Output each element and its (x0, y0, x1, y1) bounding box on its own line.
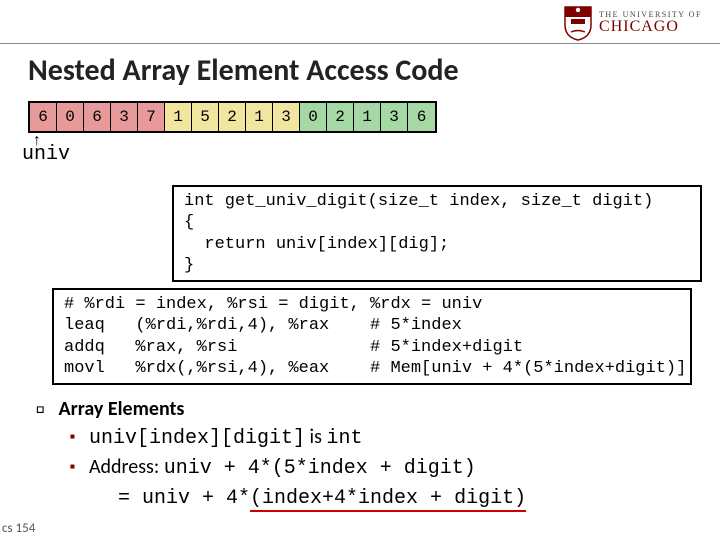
code-line: return univ[index][dig]; (184, 235, 449, 254)
cell: 3 (273, 103, 300, 131)
code-line: leaq (%rdi,%rdi,4), %rax # 5*index (64, 316, 462, 335)
university-logo: THE UNIVERSITY OF CHICAGO (563, 5, 702, 41)
cell: 0 (57, 103, 84, 131)
footer-label: cs 154 (2, 521, 35, 536)
code-span: = univ + 4* (118, 487, 250, 510)
code-line: int get_univ_digit(size_t index, size_t … (184, 192, 653, 211)
logo-text-bottom: CHICAGO (599, 19, 702, 35)
cell: 3 (111, 103, 138, 131)
text-span: is (305, 425, 326, 449)
bullet-section: □ Array Elements ▪ univ[index][digit] is… (36, 396, 526, 512)
cell: 1 (165, 103, 192, 131)
header: THE UNIVERSITY OF CHICAGO (0, 0, 720, 44)
cell: 6 (408, 103, 435, 131)
code-span: univ + 4*(5*index + digit) (164, 457, 476, 480)
code-line: # %rdi = index, %rsi = digit, %rdx = uni… (64, 295, 482, 314)
bullet-subsquare-icon: ▪ (70, 424, 75, 452)
code-span: univ[index][digit] (89, 427, 305, 450)
code-line: { (184, 213, 194, 232)
bullet-heading: Array Elements (58, 396, 184, 422)
cell: 0 (300, 103, 327, 131)
cell: 7 (138, 103, 165, 131)
code-span-underlined: (index+4*index + digit) (250, 487, 526, 512)
asm-code-box: # %rdi = index, %rsi = digit, %rdx = uni… (52, 288, 692, 385)
bullet-line: = univ + 4*(index+4*index + digit) (36, 484, 526, 512)
cell: 2 (219, 103, 246, 131)
code-span: int (326, 427, 362, 450)
cell: 1 (246, 103, 273, 131)
text-span: Address: (89, 455, 164, 479)
code-line: } (184, 256, 194, 275)
code-line: addq %rax, %rsi # 5*index+digit (64, 338, 523, 357)
slide-title: Nested Array Element Access Code (0, 44, 720, 101)
cell: 2 (327, 103, 354, 131)
bullet-line: Address: univ + 4*(5*index + digit) (89, 454, 476, 482)
cell: 5 (192, 103, 219, 131)
cell: 3 (381, 103, 408, 131)
cell: 1 (354, 103, 381, 131)
bullet-line: univ[index][digit] is int (89, 424, 363, 452)
cell: 6 (30, 103, 57, 131)
shield-icon (563, 5, 593, 41)
code-line: movl %rdx(,%rsi,4), %eax # Mem[univ + 4*… (64, 359, 686, 378)
array-cells: 6 0 6 3 7 1 5 2 1 3 0 2 1 3 6 (28, 101, 437, 133)
c-code-box: int get_univ_digit(size_t index, size_t … (172, 185, 702, 282)
bullet-subsquare-icon: ▪ (70, 454, 75, 482)
univ-label: univ (22, 143, 720, 166)
cell: 6 (84, 103, 111, 131)
bullet-square-icon: □ (36, 396, 44, 422)
